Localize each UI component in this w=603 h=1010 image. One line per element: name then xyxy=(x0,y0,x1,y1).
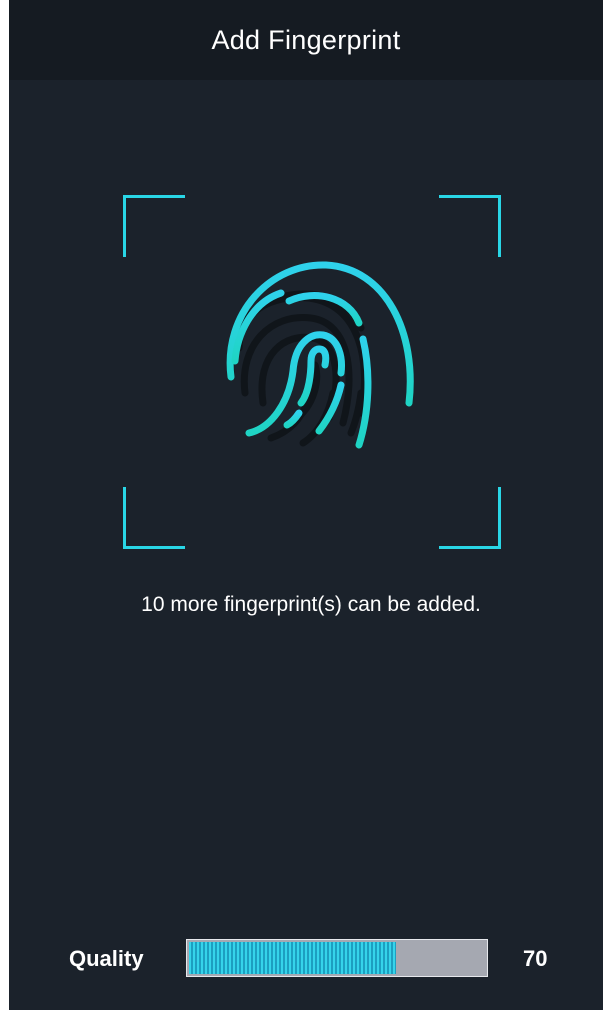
page-title: Add Fingerprint xyxy=(211,24,401,55)
enrollment-message: 10 more fingerprint(s) can be added. xyxy=(141,593,481,616)
scan-frame xyxy=(123,195,501,549)
quality-progress-fill xyxy=(189,942,396,974)
quality-value: 70 xyxy=(523,946,548,971)
fingerprint-icon xyxy=(226,261,414,449)
frame-corner-bottom-right xyxy=(439,487,501,549)
enrollment-screen: Add Fingerprint 10 more fingerprint(s) c… xyxy=(9,0,603,1010)
quality-label: Quality xyxy=(69,946,144,971)
frame-corner-bottom-left xyxy=(123,487,185,549)
quality-progress-bar xyxy=(186,939,488,977)
title-bar: Add Fingerprint xyxy=(9,0,603,80)
frame-corner-top-left xyxy=(123,195,185,257)
frame-corner-top-right xyxy=(439,195,501,257)
